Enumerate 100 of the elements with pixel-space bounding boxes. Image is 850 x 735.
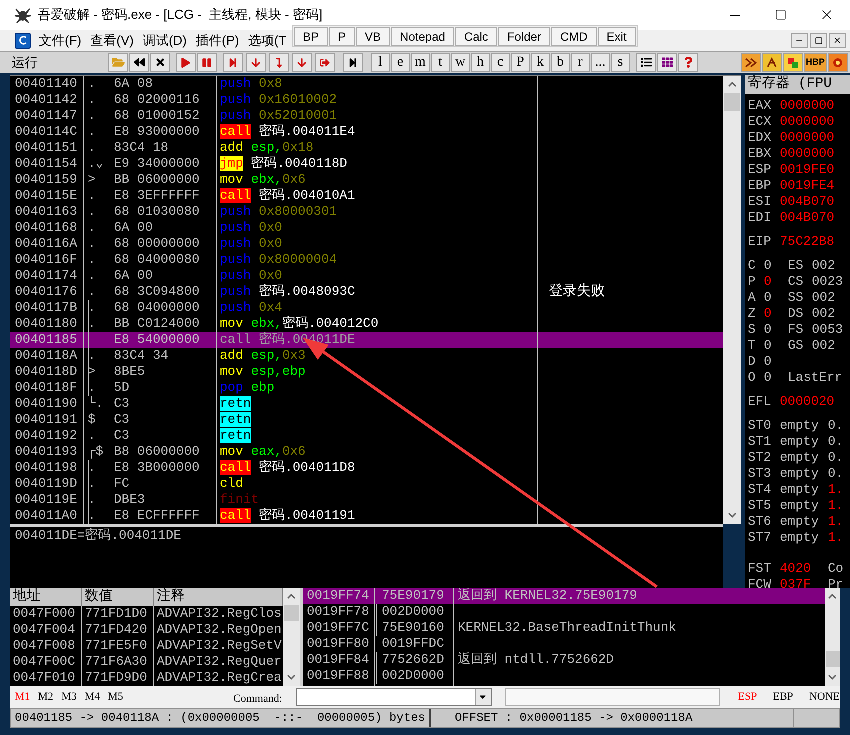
register-value[interactable]: 0019FE0: [780, 162, 835, 178]
memory-marker-tab[interactable]: M1: [15, 688, 30, 706]
scroll-up-icon[interactable]: [287, 592, 296, 601]
window-shortcut-button[interactable]: l: [371, 53, 390, 72]
run-icon[interactable]: [176, 53, 196, 72]
quick-launch-button[interactable]: Exit: [598, 26, 636, 46]
quick-launch-button[interactable]: Notepad: [391, 26, 454, 46]
hardware-breakpoint-button[interactable]: HBP: [804, 53, 827, 72]
menu-item[interactable]: 文件(F): [38, 30, 83, 50]
column-header[interactable]: 地址: [10, 588, 82, 606]
scrollbar[interactable]: [283, 588, 300, 686]
window-shortcut-button[interactable]: t: [431, 53, 450, 72]
menu-item[interactable]: 调试(D): [142, 30, 188, 50]
close-icon[interactable]: [150, 53, 170, 72]
disassembly-row[interactable]: 00401191 $ C3 retn: [10, 412, 723, 428]
flag-value[interactable]: 0: [764, 338, 788, 354]
disassembly-row[interactable]: 00401140 . 6A 08 push 0x8: [10, 76, 723, 92]
scroll-thumb[interactable]: [826, 651, 840, 667]
flag-value[interactable]: 0: [764, 354, 788, 370]
disassembly-row[interactable]: 0040115E . E8 3EFFFFFF call 密码.004010A1: [10, 188, 723, 204]
flag-value[interactable]: 0: [764, 258, 788, 274]
child-close-button[interactable]: [829, 33, 846, 48]
scroll-thumb[interactable]: [284, 605, 299, 621]
scrollbar[interactable]: [723, 75, 741, 524]
register-value[interactable]: 75C22B8: [780, 234, 835, 250]
step-over-icon[interactable]: [246, 53, 266, 72]
register-value[interactable]: 0000000: [780, 130, 835, 146]
memory-marker-tab[interactable]: M4: [84, 688, 100, 706]
disassembly-row[interactable]: 00401176 . 68 3C094800 push 密码.0048093C 登录失败: [10, 284, 723, 300]
disassembly-row[interactable]: 00401192 . C3 retn: [10, 428, 723, 444]
disassembly-row[interactable]: 0040119D . FC cld: [10, 476, 723, 492]
quick-launch-button[interactable]: Folder: [498, 26, 550, 46]
scroll-down-icon[interactable]: [828, 673, 837, 682]
window-shortcut-button[interactable]: P: [511, 53, 530, 72]
register-value[interactable]: 004B070: [780, 194, 835, 210]
scroll-up-icon[interactable]: [828, 592, 837, 601]
window-shortcut-button[interactable]: w: [451, 53, 470, 72]
stack-row[interactable]: 0019FF74 75E90179 返回到 KERNEL32.75E90179: [303, 588, 825, 604]
disassembly-row[interactable]: 0040116F . 68 04000080 push 0x80000004: [10, 252, 723, 268]
window-shortcut-button[interactable]: e: [391, 53, 410, 72]
stack-row[interactable]: 0019FF78 002D0000: [303, 604, 825, 620]
menu-item[interactable]: 插件(P): [195, 30, 240, 50]
flag-value[interactable]: 0: [764, 370, 788, 386]
register-value[interactable]: 0000000: [780, 98, 835, 114]
window-shortcut-button[interactable]: r: [571, 53, 590, 72]
quick-launch-button[interactable]: P: [329, 26, 356, 46]
window-shortcut-button[interactable]: h: [471, 53, 490, 72]
window-shortcut-button[interactable]: k: [531, 53, 550, 72]
menu-item[interactable]: 查看(V): [90, 30, 135, 50]
stack-row[interactable]: 0019FF84 7752662D 返回到 ntdll.7752662D: [303, 652, 825, 668]
disassembly-row[interactable]: 00401159 > BB 06000000 mov ebx,0x6: [10, 172, 723, 188]
memory-marker-tab[interactable]: M5: [108, 688, 124, 706]
plugin-icon[interactable]: [782, 53, 803, 72]
flag-value[interactable]: 0: [764, 274, 788, 290]
disassembly-row[interactable]: 0040118F . 5D pop ebp: [10, 380, 723, 396]
stack-mode-button[interactable]: NONE: [809, 688, 840, 706]
execute-till-return-icon[interactable]: [315, 53, 335, 72]
disassembly-row[interactable]: 0040117B . 68 04000000 push 0x4: [10, 300, 723, 316]
quick-launch-button[interactable]: Calc: [455, 26, 498, 46]
scroll-down-icon[interactable]: [287, 673, 296, 682]
register-value[interactable]: 0000000: [780, 146, 835, 162]
flag-value[interactable]: 0: [764, 322, 788, 338]
go-to-icon[interactable]: [343, 53, 363, 72]
plugin-icon[interactable]: [740, 53, 761, 72]
pause-icon[interactable]: [197, 53, 217, 72]
scroll-thumb[interactable]: [724, 93, 740, 111]
target-icon[interactable]: [828, 53, 848, 72]
command-field[interactable]: [296, 688, 492, 706]
child-restore-button[interactable]: [810, 33, 827, 48]
disassembly-row[interactable]: 00401154 .⌄ E9 34000000 jmp 密码.0040118D: [10, 156, 723, 172]
disassembly-row[interactable]: 0040116A . 68 00000000 push 0x0: [10, 236, 723, 252]
register-value[interactable]: 0019FE4: [780, 178, 835, 194]
register-value[interactable]: 004B070: [780, 210, 835, 226]
disassembly-row[interactable]: 00401142 . 68 02000116 push 0x16010002: [10, 92, 723, 108]
scrollbar[interactable]: [825, 588, 840, 686]
stack-mode-button[interactable]: EBP: [773, 688, 794, 706]
stack-row[interactable]: 0019FF80 0019FFDC: [303, 636, 825, 652]
window-shortcut-button[interactable]: b: [551, 53, 570, 72]
disassembly-row[interactable]: 00401190 └. C3 retn: [10, 396, 723, 412]
disassembly-row[interactable]: 00401151 . 83C4 18 add esp,0x18: [10, 140, 723, 156]
menu-item[interactable]: 选项(T: [247, 30, 288, 50]
quick-launch-button[interactable]: BP: [294, 26, 328, 46]
step-into-icon[interactable]: [223, 53, 243, 72]
plugin-icon[interactable]: [762, 53, 782, 72]
quick-launch-button[interactable]: VB: [356, 26, 390, 46]
rewind-icon[interactable]: [129, 53, 149, 72]
window-shortcut-button[interactable]: c: [491, 53, 510, 72]
disassembly-row[interactable]: 0040118D > 8BE5 mov esp,ebp: [10, 364, 723, 380]
list-icon[interactable]: [636, 53, 656, 72]
column-header[interactable]: 数值: [82, 588, 154, 606]
stack-row[interactable]: 0019FF88 002D0000: [303, 668, 825, 684]
disassembly-row[interactable]: 0040118A . 83C4 34 add esp,0x3: [10, 348, 723, 364]
grid-icon[interactable]: [657, 53, 677, 72]
trace-over-icon[interactable]: [292, 53, 312, 72]
disassembly-row[interactable]: 0040119E . DBE3 finit: [10, 492, 723, 508]
memory-marker-tab[interactable]: M3: [62, 688, 77, 706]
scroll-down-icon[interactable]: [728, 511, 736, 520]
quick-launch-button[interactable]: CMD: [551, 26, 597, 46]
scroll-up-icon[interactable]: [728, 80, 736, 89]
window-shortcut-button[interactable]: ...: [591, 53, 610, 72]
